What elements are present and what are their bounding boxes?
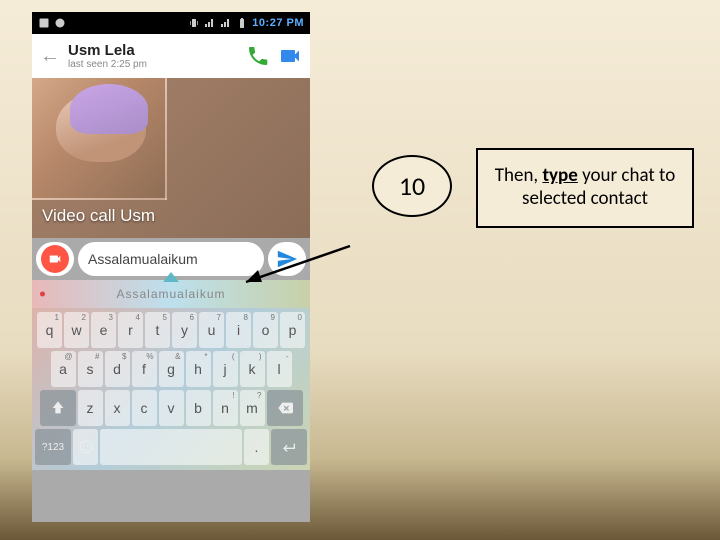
contact-last-seen: last seen 2:25 pm — [68, 59, 238, 70]
key-f[interactable]: f% — [132, 351, 157, 387]
notification-icon — [38, 17, 50, 29]
message-input[interactable]: Assalamualaikum — [78, 242, 264, 276]
period-key[interactable]: . — [244, 429, 269, 465]
keyboard-suggestion-bar: Assalamualaikum — [32, 280, 310, 308]
video-call-icon[interactable] — [278, 44, 302, 68]
battery-icon — [236, 17, 248, 29]
voice-call-icon[interactable] — [246, 44, 270, 68]
symbols-key[interactable]: ?123 — [35, 429, 71, 465]
video-message-button[interactable] — [36, 242, 74, 276]
key-b[interactable]: b — [186, 390, 211, 426]
key-s[interactable]: s# — [78, 351, 103, 387]
video-call-preview: Video call Usm — [32, 78, 310, 238]
send-icon — [276, 248, 298, 270]
speech-indicator-icon — [40, 292, 45, 297]
chat-header: ← Usm Lela last seen 2:25 pm — [32, 34, 310, 78]
vibrate-icon — [188, 17, 200, 29]
key-r[interactable]: r4 — [118, 312, 143, 348]
contact-video-thumbnail — [32, 78, 167, 200]
key-p[interactable]: p0 — [280, 312, 305, 348]
key-x[interactable]: x — [105, 390, 130, 426]
space-key[interactable] — [100, 429, 242, 465]
send-button[interactable] — [268, 242, 306, 276]
key-m[interactable]: m? — [240, 390, 265, 426]
camera-icon — [48, 252, 62, 266]
key-v[interactable]: v — [159, 390, 184, 426]
status-clock: 10:27 PM — [252, 17, 304, 29]
backspace-key[interactable] — [267, 390, 303, 426]
key-y[interactable]: y6 — [172, 312, 197, 348]
android-status-bar: 10:27 PM — [32, 12, 310, 34]
shift-icon — [50, 400, 66, 416]
contact-name: Usm Lela — [68, 42, 238, 59]
signal-icon-2 — [220, 17, 232, 29]
key-t[interactable]: t5 — [145, 312, 170, 348]
key-o[interactable]: o9 — [253, 312, 278, 348]
soft-keyboard: q1w2e3r4t5y6u7i8o9p0 a@s#d$f%g&h*j(k)l- … — [32, 308, 310, 470]
signal-icon — [204, 17, 216, 29]
key-z[interactable]: z — [78, 390, 103, 426]
enter-icon — [281, 439, 297, 455]
instruction-box: Then, type your chat to selected contact — [476, 148, 694, 228]
emoji-key[interactable] — [73, 429, 98, 465]
key-h[interactable]: h* — [186, 351, 211, 387]
backspace-icon — [277, 400, 293, 416]
message-input-text: Assalamualaikum — [88, 251, 198, 267]
contact-info[interactable]: Usm Lela last seen 2:25 pm — [68, 42, 238, 70]
key-d[interactable]: d$ — [105, 351, 130, 387]
key-q[interactable]: q1 — [37, 312, 62, 348]
phone-screenshot: 10:27 PM ← Usm Lela last seen 2:25 pm Vi… — [32, 12, 310, 522]
key-u[interactable]: u7 — [199, 312, 224, 348]
app-notification-icon — [54, 17, 66, 29]
shift-key[interactable] — [40, 390, 76, 426]
video-call-label: Video call Usm — [42, 206, 155, 226]
key-g[interactable]: g& — [159, 351, 184, 387]
step-number-callout: 10 — [372, 155, 452, 217]
key-i[interactable]: i8 — [226, 312, 251, 348]
key-e[interactable]: e3 — [91, 312, 116, 348]
back-arrow-icon[interactable]: ← — [40, 45, 60, 68]
emoji-icon — [78, 439, 94, 455]
key-n[interactable]: n! — [213, 390, 238, 426]
key-l[interactable]: l- — [267, 351, 292, 387]
step-number: 10 — [399, 170, 425, 202]
key-k[interactable]: k) — [240, 351, 265, 387]
enter-key[interactable] — [271, 429, 307, 465]
key-c[interactable]: c — [132, 390, 157, 426]
key-w[interactable]: w2 — [64, 312, 89, 348]
key-a[interactable]: a@ — [51, 351, 76, 387]
keyboard-suggestion[interactable]: Assalamualaikum — [116, 287, 225, 301]
suggestion-caret-icon — [163, 272, 179, 282]
key-j[interactable]: j( — [213, 351, 238, 387]
